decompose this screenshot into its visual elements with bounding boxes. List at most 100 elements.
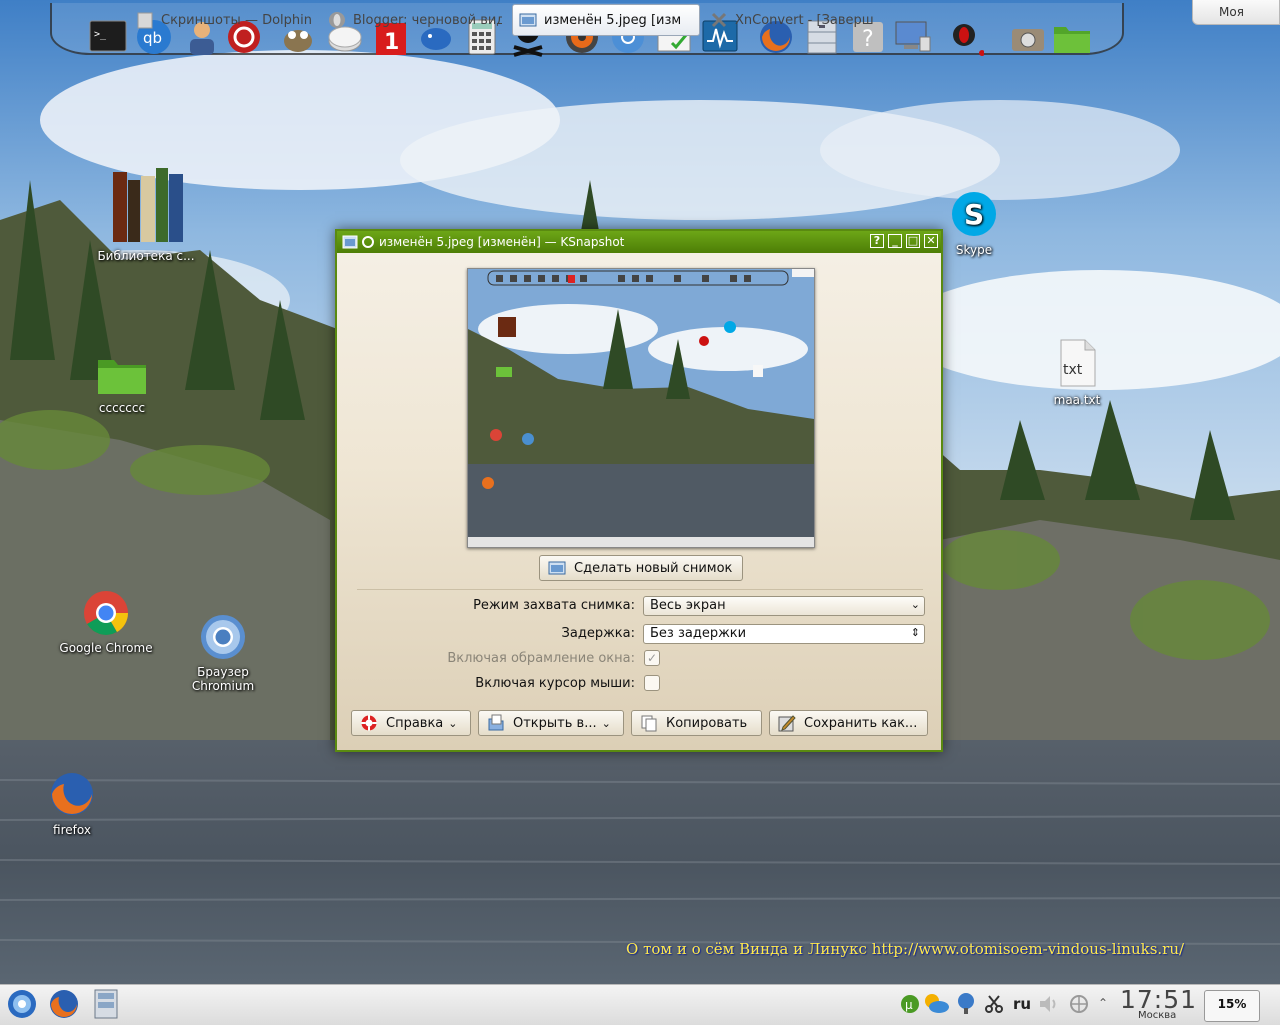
network-monitor-icon[interactable] [892,17,932,57]
network-manager-icon[interactable] [1068,994,1090,1014]
desktop-icon-label: ccccccc [98,401,146,415]
pin-icon[interactable] [360,234,376,250]
delay-spinbox[interactable]: Без задержки ⇕ [643,624,925,644]
snapshot-preview[interactable] [467,268,815,548]
svg-text:S: S [964,198,984,231]
dolphin-icon [137,12,153,29]
desktop-icon-label: maa.txt [1053,393,1101,407]
chevron-down-icon: ⌄ [601,716,611,730]
close-button[interactable]: ✕ [924,234,938,248]
svg-text:µ: µ [905,998,913,1012]
desktop-icon-label: Skype [955,243,993,257]
desktop-icon-calibre-library[interactable]: Библиотека с... [88,162,204,263]
save-as-button[interactable]: Сохранить как... [769,710,928,736]
calibre-books-icon [113,168,183,242]
copy-icon [641,715,657,732]
taskbar-item-label: Blogger: черновой вид [353,12,502,28]
separator [357,589,923,590]
skype-icon: S [952,192,996,236]
text-file-glyph: txt [1063,362,1083,378]
desktop-icon-label-line1: Браузер [197,665,249,679]
copy-label: Копировать [666,715,748,731]
save-as-icon [778,715,796,732]
new-snapshot-icon [548,561,566,575]
google-chrome-icon [84,591,128,635]
desktop-icon-firefox[interactable]: firefox [38,770,106,837]
network-tray-icon[interactable] [956,992,976,1014]
taskbar-item-label: XnConvert - [Заверш [735,12,874,28]
desktop-icon-label-line2: Chromium [191,679,255,693]
taskbar-item-xnconvert[interactable]: XnConvert - [Заверш [704,4,884,36]
window-titlebar[interactable]: изменён 5.jpeg [изменён] — KSnapshot ? _… [337,231,941,253]
desktop-icon-chromium-browser[interactable]: Браузер Chromium [178,614,268,693]
taskbar-item-ksnapshot[interactable]: изменён 5.jpeg [изм [512,4,700,36]
help-button[interactable]: Справка ⌄ [351,710,471,736]
help-titlebar-button[interactable]: ? [870,234,884,248]
desktop-icon-skype[interactable]: S Skype [944,190,1004,257]
desktop-icon-google-chrome[interactable]: Google Chrome [52,590,160,655]
open-with-button[interactable]: Открыть в... ⌄ [478,710,624,736]
firefox-icon [51,773,93,815]
battery-indicator[interactable]: 15% [1204,990,1260,1022]
chromium-icon [201,615,245,659]
weather-tray-icon[interactable] [924,992,950,1014]
include-cursor-checkbox[interactable] [644,675,660,691]
keyboard-layout-indicator[interactable]: ru [1013,995,1031,1013]
chevron-down-icon: ⌄ [910,598,920,611]
taskbar-item-dolphin[interactable]: Скриншоты — Dolphin [130,4,316,36]
taskbar-item-label: Скриншоты — Dolphin [161,12,312,28]
terminal-icon[interactable]: >_ [88,17,128,57]
taskbar-item-blogger[interactable]: Blogger: черновой вид [322,4,502,36]
folder-icon [98,360,146,394]
my-computer-widget[interactable]: Моя [1192,0,1280,25]
capture-mode-select[interactable]: Весь экран ⌄ [643,596,925,616]
file-cabinet-launcher-icon[interactable] [92,988,120,1020]
open-with-label: Открыть в... [513,715,597,731]
my-computer-label: Моя [1219,5,1244,19]
volume-icon[interactable] [1038,994,1060,1014]
delay-label: Задержка: [561,626,635,641]
blog-watermark: О том и о сём Винда и Линукс http://www.… [626,940,1185,958]
help-lifebuoy-icon [361,715,377,731]
klipper-scissors-icon[interactable] [984,994,1004,1014]
new-snapshot-button[interactable]: Сделать новый снимок [539,555,743,581]
minimize-button[interactable]: _ [888,234,902,248]
window-title: изменён 5.jpeg [изменён] — KSnapshot [379,235,625,249]
firefox-launcher-icon[interactable] [48,988,80,1020]
xnconvert-icon [711,12,727,28]
include-decorations-checkbox[interactable]: ✓ [644,650,660,666]
battery-percent: 15% [1217,997,1247,1011]
desktop-icon-label: firefox [53,823,91,837]
desktop-icon-maa-txt[interactable]: txt maa.txt [1046,338,1108,407]
delay-value: Без задержки [650,626,747,641]
spin-arrows-icon[interactable]: ⇕ [911,626,920,639]
include-cursor-label: Включая курсор мыши: [475,676,635,691]
save-as-label: Сохранить как... [804,715,918,731]
ksnapshot-window: изменён 5.jpeg [изменён] — KSnapshot ? _… [335,229,943,752]
capture-mode-value: Весь экран [650,598,726,613]
include-decorations-label: Включая обрамление окна: [447,651,635,666]
taskbar-item-label: изменён 5.jpeg [изм [544,12,682,28]
ksnapshot-icon [519,13,537,27]
capture-mode-label: Режим захвата снимка: [473,598,635,613]
copy-button[interactable]: Копировать [631,710,762,736]
opera-icon[interactable] [944,17,985,57]
utorrent-tray-icon[interactable]: µ [900,994,920,1014]
folder-icon[interactable] [1052,17,1092,57]
desktop-icon-label: Библиотека с... [97,249,195,263]
snapshot-preview-image [468,269,814,547]
chevron-down-icon: ⌄ [448,716,458,730]
new-snapshot-label: Сделать новый снимок [574,560,733,576]
help-label: Справка [386,715,444,731]
tray-expand-arrow-icon[interactable]: ⌃ [1098,996,1108,1010]
maximize-button[interactable]: □ [906,234,920,248]
desktop-icon-label: Google Chrome [59,641,153,655]
open-with-icon [488,714,504,731]
kde-menu-icon[interactable] [6,988,38,1020]
window-menu-icon[interactable] [342,234,358,250]
clock-city: Москва [1138,1010,1177,1021]
camera-icon[interactable] [1008,17,1048,57]
opera-icon [329,12,345,28]
svg-text:>_: >_ [94,29,107,40]
desktop-icon-folder-ccccccc[interactable]: ccccccc [82,356,162,415]
